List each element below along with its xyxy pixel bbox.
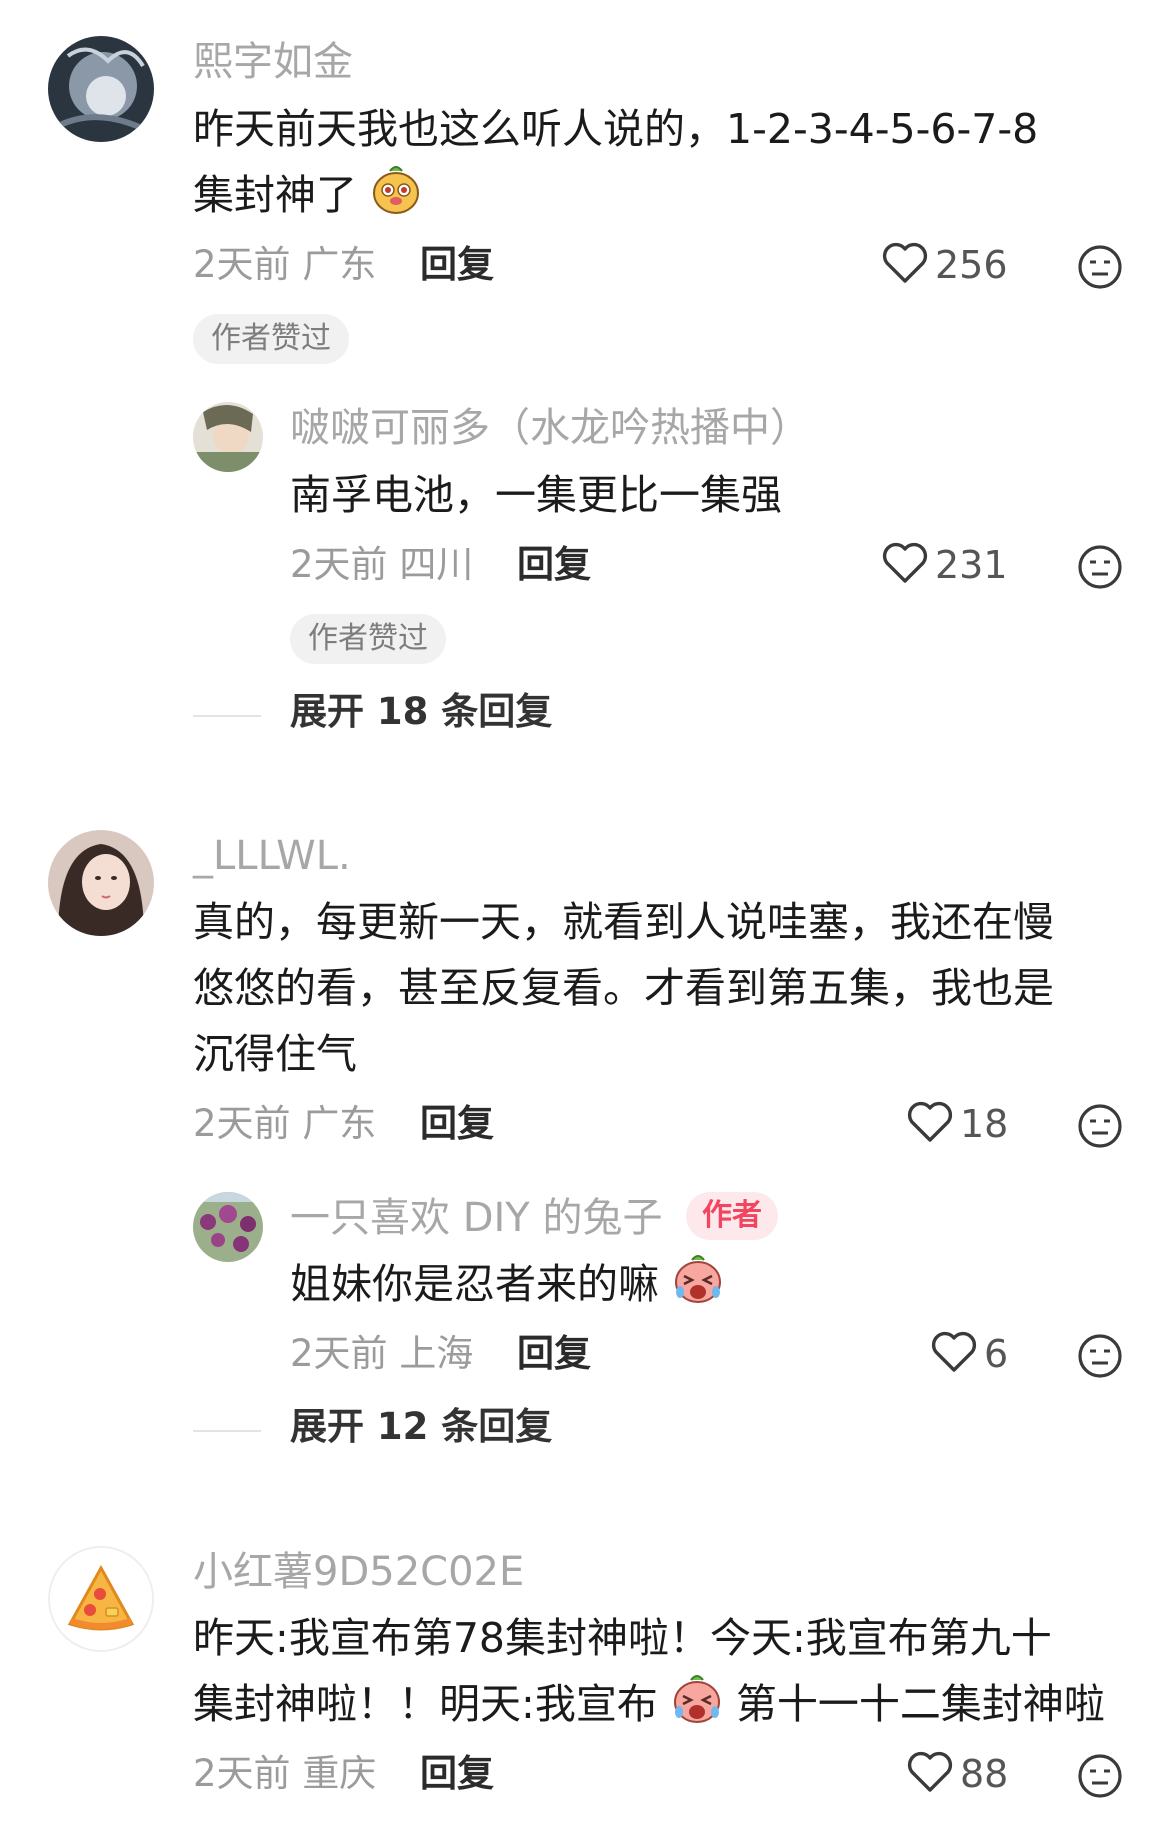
comment-text: 悠悠的看，甚至反复看。才看到第五集，我也是 <box>193 964 1054 1012</box>
neutral-face-icon[interactable] <box>1076 1332 1124 1384</box>
reply-button[interactable]: 回复 <box>517 1332 591 1376</box>
avatar[interactable] <box>48 1546 154 1652</box>
crying-emoji <box>671 1672 723 1743</box>
like-count: 6 <box>984 1332 1009 1376</box>
comment-text: 南孚电池，一集更比一集强 <box>290 471 782 519</box>
like-button[interactable]: 6 <box>930 1330 1008 1378</box>
reply-button[interactable]: 回复 <box>420 1752 494 1796</box>
username[interactable]: 啵啵可丽多（水龙吟热播中） <box>290 404 810 452</box>
author-liked-badge: 作者赞过 <box>290 614 446 664</box>
timestamp: 2天前 <box>290 543 388 586</box>
expand-replies-button[interactable]: 展开 18 条回复 <box>290 690 552 734</box>
author-liked-badge: 作者赞过 <box>193 314 349 364</box>
heart-outline-icon <box>881 541 929 589</box>
heart-outline-icon <box>930 1330 978 1378</box>
crying-emoji <box>672 1252 724 1323</box>
dog-emoji <box>370 163 422 234</box>
comment-text: 集封神啦！！明天:我宣布 第十一十二集封神啦 <box>193 1671 1105 1743</box>
username[interactable]: 小红薯9D52C02E <box>193 1548 524 1596</box>
location: 广东 <box>302 1102 377 1145</box>
location: 四川 <box>399 543 474 586</box>
comment-meta: 2天前 重庆 <box>193 1752 376 1796</box>
username[interactable]: _LLLWL. <box>193 832 351 880</box>
comment-meta: 2天前 四川 <box>290 543 473 587</box>
divider <box>193 715 261 717</box>
location: 重庆 <box>302 1752 377 1795</box>
author-tag: 作者 <box>686 1192 778 1240</box>
comment-text-segment: 姐妹你是忍者来的嘛 <box>290 1260 659 1308</box>
neutral-face-icon[interactable] <box>1076 543 1124 595</box>
like-count: 88 <box>960 1752 1009 1796</box>
comment-meta: 2天前 上海 <box>290 1332 473 1376</box>
expand-replies-button[interactable]: 展开 12 条回复 <box>290 1405 552 1449</box>
comment-text-segment: 集封神啦！！明天:我宣布 <box>193 1680 658 1728</box>
avatar[interactable] <box>48 830 154 936</box>
like-button[interactable]: 88 <box>906 1750 1008 1798</box>
timestamp: 2天前 <box>290 1332 388 1375</box>
like-count: 256 <box>935 243 1008 287</box>
pizza-icon <box>50 1548 152 1650</box>
location: 上海 <box>399 1332 474 1375</box>
username[interactable]: 一只喜欢 DIY 的兔子 <box>290 1194 662 1242</box>
comment-meta: 2天前 广东 <box>193 243 376 287</box>
heart-outline-icon <box>906 1750 954 1798</box>
comment-text-segment: 集封神了 <box>193 171 357 219</box>
comment-text: 昨天前天我也这么听人说的，1-2-3-4-5-6-7-8 <box>193 105 1039 153</box>
heart-outline-icon <box>906 1100 954 1148</box>
comment-text: 昨天:我宣布第78集封神啦！今天:我宣布第九十 <box>193 1614 1052 1662</box>
avatar[interactable] <box>193 1192 263 1262</box>
comment-text: 姐妹你是忍者来的嘛 <box>290 1251 724 1323</box>
location: 广东 <box>302 243 377 286</box>
neutral-face-icon[interactable] <box>1076 1102 1124 1154</box>
reply-button[interactable]: 回复 <box>420 1102 494 1146</box>
comment-text: 沉得住气 <box>193 1030 357 1078</box>
like-button[interactable]: 256 <box>881 241 1008 289</box>
reply-button[interactable]: 回复 <box>420 243 494 287</box>
avatar[interactable] <box>48 36 154 142</box>
comment-meta: 2天前 广东 <box>193 1102 376 1146</box>
timestamp: 2天前 <box>193 243 291 286</box>
neutral-face-icon[interactable] <box>1076 1752 1124 1804</box>
neutral-face-icon[interactable] <box>1076 243 1124 295</box>
timestamp: 2天前 <box>193 1752 291 1795</box>
heart-outline-icon <box>881 241 929 289</box>
like-count: 231 <box>935 543 1008 587</box>
like-button[interactable]: 18 <box>906 1100 1008 1148</box>
timestamp: 2天前 <box>193 1102 291 1145</box>
comment-text: 集封神了 <box>193 162 422 234</box>
comment-text-segment: 第十一十二集封神啦 <box>735 1680 1105 1728</box>
divider <box>193 1430 261 1432</box>
reply-button[interactable]: 回复 <box>517 543 591 587</box>
comment-text: 真的，每更新一天，就看到人说哇塞，我还在慢 <box>193 898 1054 946</box>
avatar[interactable] <box>193 402 263 472</box>
username[interactable]: 熙字如金 <box>193 38 353 86</box>
like-count: 18 <box>960 1102 1009 1146</box>
like-button[interactable]: 231 <box>881 541 1008 589</box>
